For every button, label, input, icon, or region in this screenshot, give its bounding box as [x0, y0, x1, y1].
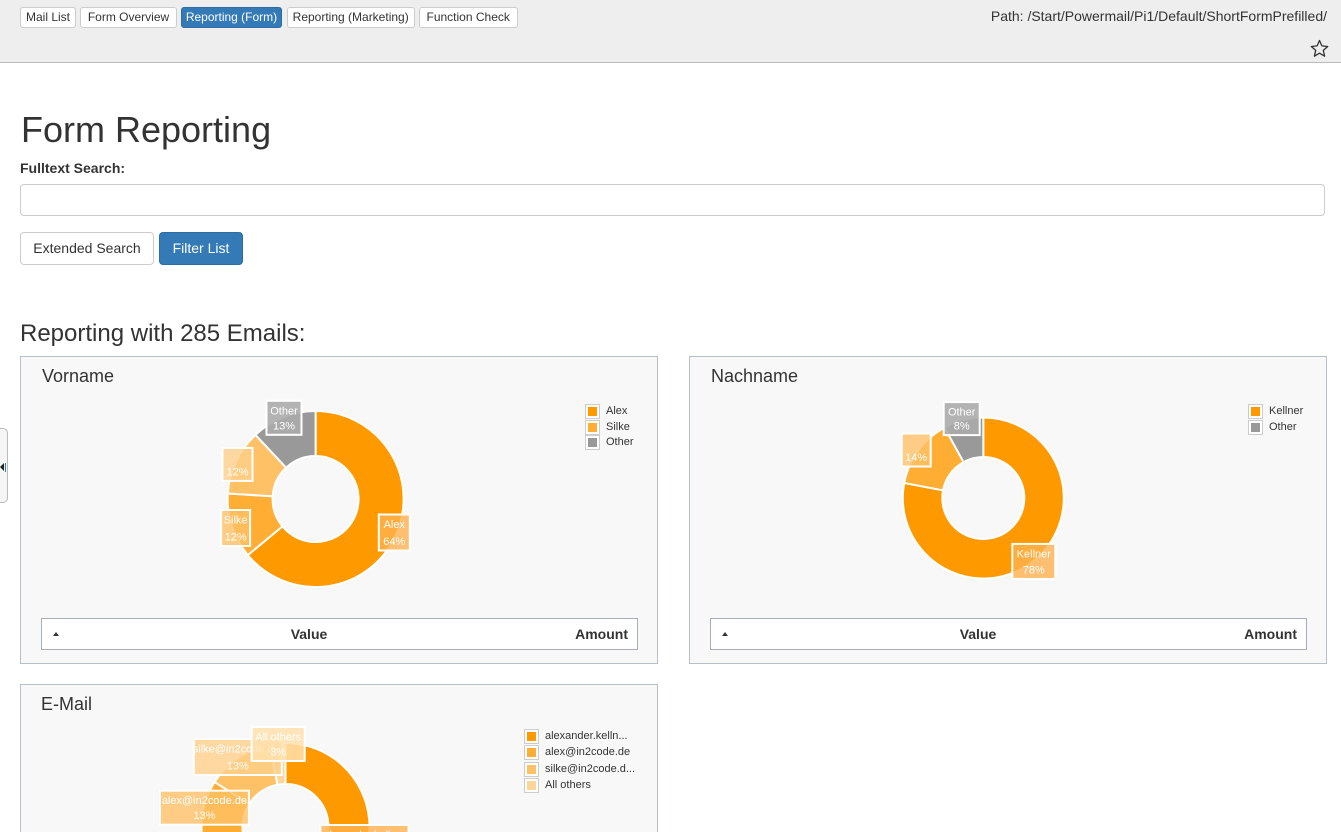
svg-text:13%: 13%: [273, 420, 295, 432]
svg-text:13%: 13%: [193, 810, 215, 822]
svg-text:Other: Other: [270, 405, 298, 417]
svg-text:8%: 8%: [954, 421, 970, 433]
svg-text:12%: 12%: [225, 532, 247, 544]
svg-text:78%: 78%: [1023, 564, 1045, 576]
svg-text:14%: 14%: [905, 452, 927, 464]
svg-text:Silke: Silke: [224, 515, 248, 527]
svg-text:alex@in2code.de: alex@in2code.de: [162, 795, 247, 807]
svg-text:Alex: Alex: [384, 519, 406, 531]
svg-text:13%: 13%: [227, 761, 249, 773]
svg-text:Other: Other: [948, 407, 976, 419]
svg-text:Kellner: Kellner: [1017, 548, 1052, 560]
svg-text:64%: 64%: [383, 536, 405, 548]
svg-text:12%: 12%: [226, 466, 248, 478]
svg-text:All others: All others: [255, 732, 301, 744]
svg-text:3%: 3%: [270, 747, 286, 759]
